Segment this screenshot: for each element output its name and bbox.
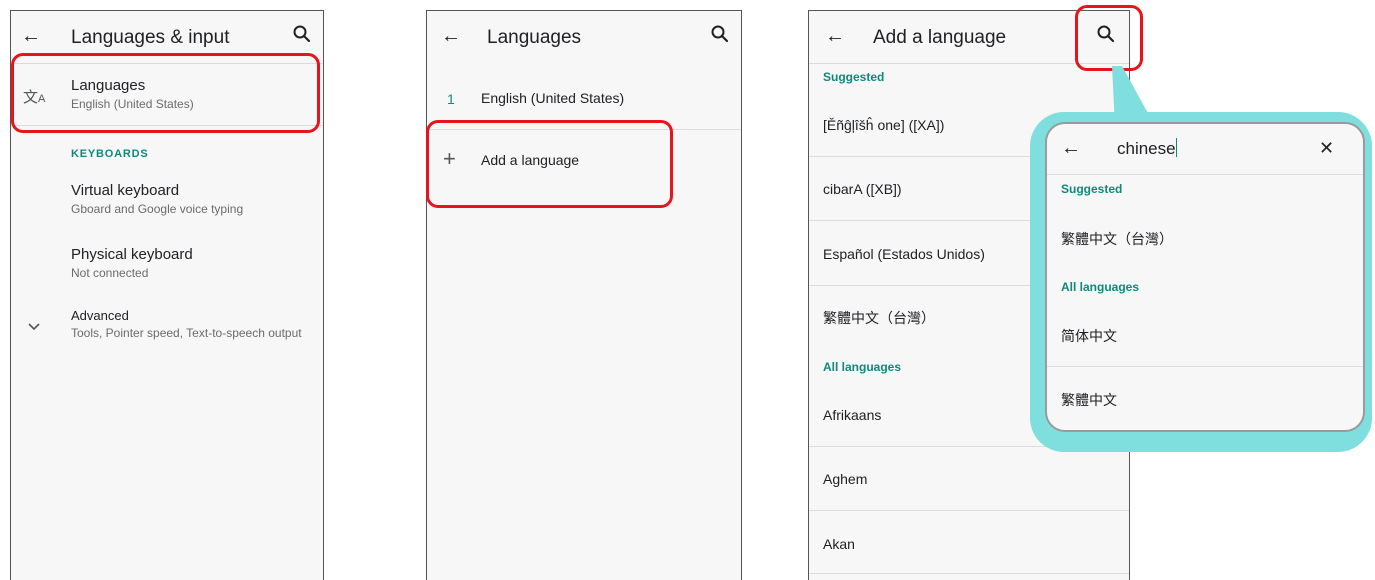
physical-keyboard-subtitle: Not connected	[71, 266, 149, 280]
advanced-item[interactable]: Advanced Tools, Pointer speed, Text-to-s…	[11, 306, 323, 354]
text-cursor	[1175, 138, 1178, 157]
virtual-keyboard-subtitle: Gboard and Google voice typing	[71, 202, 244, 216]
back-arrow-icon[interactable]: ←	[21, 24, 41, 48]
language-rank-number: 1	[447, 91, 455, 107]
search-icon[interactable]	[709, 23, 731, 45]
page-title: Languages	[487, 27, 582, 48]
highlight-search	[1075, 5, 1143, 71]
language-option[interactable]: Aghem	[823, 470, 867, 488]
language-option[interactable]: [Ěñĝļîšĥ one] ([XA])	[823, 116, 944, 134]
languages-screen: ← Languages 1 English (United States) + …	[426, 10, 742, 580]
suggested-header: Suggested	[823, 70, 885, 84]
search-icon[interactable]	[291, 23, 313, 45]
physical-keyboard-title: Physical keyboard	[71, 246, 193, 263]
language-option[interactable]: Afrikaans	[823, 406, 881, 424]
suggested-header: Suggested	[1061, 182, 1123, 196]
close-icon[interactable]: ✕	[1319, 136, 1334, 160]
all-languages-header: All languages	[1061, 280, 1140, 294]
all-languages-header: All languages	[823, 360, 902, 374]
language-option[interactable]: 繁體中文	[1061, 391, 1117, 409]
language-option[interactable]: 简体中文	[1061, 327, 1117, 345]
back-arrow-icon[interactable]: ←	[1061, 136, 1081, 160]
language-option[interactable]: cibarA ([XB])	[823, 180, 902, 198]
advanced-title: Advanced	[71, 308, 129, 323]
language-option[interactable]: 繁體中文（台灣）	[823, 309, 935, 327]
back-arrow-icon[interactable]: ←	[825, 24, 845, 48]
chevron-down-icon	[27, 322, 41, 332]
language-name: English (United States)	[481, 90, 625, 106]
search-input[interactable]: chinese	[1117, 136, 1307, 162]
page-title: Add a language	[873, 27, 1007, 48]
search-results-popup: ← chinese ✕ Suggested 繁體中文（台灣） All langu…	[1045, 122, 1365, 432]
language-option[interactable]: Español (Estados Unidos)	[823, 245, 985, 263]
page-title: Languages & input	[71, 27, 230, 48]
virtual-keyboard-title: Virtual keyboard	[71, 182, 180, 199]
back-arrow-icon[interactable]: ←	[441, 24, 461, 48]
physical-keyboard-item[interactable]: Physical keyboard Not connected	[11, 241, 323, 289]
language-option[interactable]: Akan	[823, 535, 855, 553]
highlight-languages	[11, 53, 320, 133]
advanced-subtitle: Tools, Pointer speed, Text-to-speech out…	[71, 326, 302, 340]
language-option[interactable]: 繁體中文（台灣）	[1061, 230, 1173, 248]
search-query: chinese	[1117, 139, 1176, 158]
keyboards-header: KEYBOARDS	[71, 148, 149, 160]
app-bar: ← Languages	[427, 11, 741, 63]
highlight-add-language	[426, 120, 673, 208]
virtual-keyboard-item[interactable]: Virtual keyboard Gboard and Google voice…	[11, 177, 323, 225]
